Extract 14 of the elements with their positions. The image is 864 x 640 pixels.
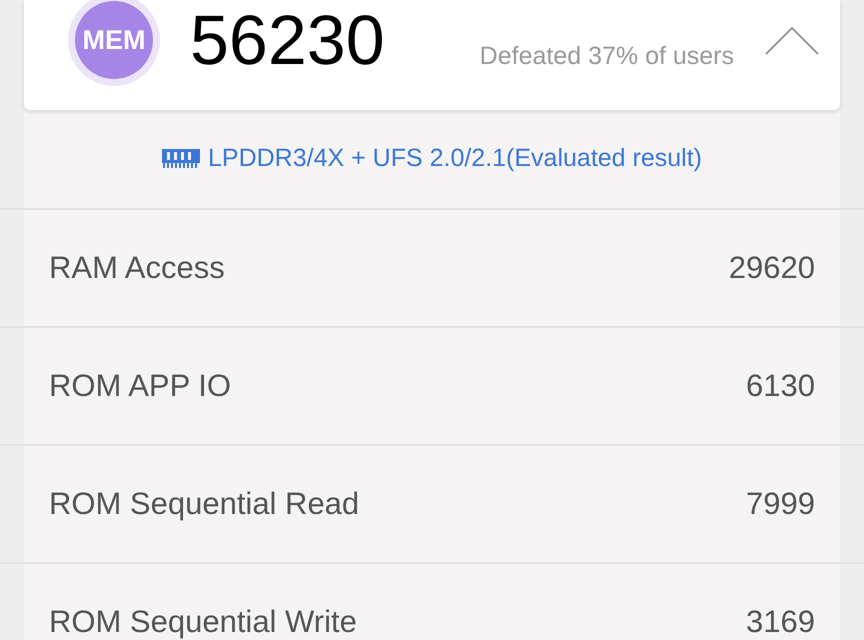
result-label: RAM Access — [49, 248, 225, 287]
rank-text: Defeated 37% of users — [480, 41, 734, 72]
badge-label: MEM — [75, 1, 153, 79]
result-value: 7999 — [746, 484, 815, 523]
result-value: 29620 — [728, 248, 815, 287]
result-label: ROM Sequential Write — [49, 602, 357, 640]
chevron-icon — [765, 25, 819, 55]
result-value: 3169 — [746, 602, 815, 640]
result-value: 6130 — [746, 366, 815, 405]
result-label: ROM APP IO — [49, 366, 232, 405]
result-label: ROM Sequential Read — [49, 484, 360, 523]
memory-chip-icon — [162, 149, 200, 169]
memory-type-text: LPDDR3/4X + UFS 2.0/2.1(Evaluated result) — [208, 143, 702, 174]
total-score: 56230 — [190, 5, 385, 75]
